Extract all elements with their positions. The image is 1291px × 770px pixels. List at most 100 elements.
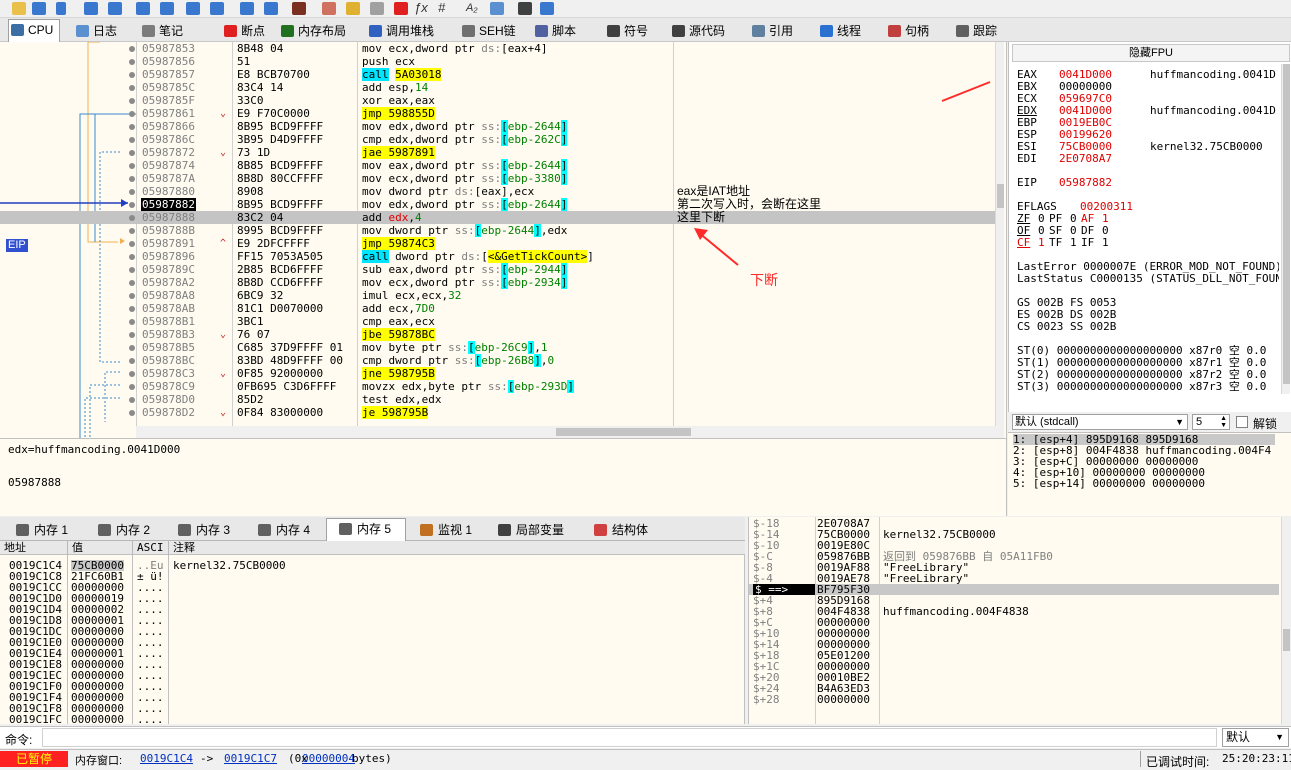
memory-tab-3[interactable]: 内存 4 [246,520,324,540]
register-line[interactable]: CS 0023 SS 002B [1017,321,1279,333]
run-to-user-icon[interactable] [210,2,224,15]
register-line[interactable]: EBX 00000000 [1017,81,1279,93]
disasm-row[interactable]: 05987874 8B85 BCD9FFFF mov eax,dword ptr s… [0,159,1000,172]
register-line[interactable]: EFLAGS 00200311 [1017,201,1279,213]
disasm-row[interactable]: 0598785C 83C4 14 add esp,14 [0,81,1000,94]
stack-scrollbar[interactable] [1281,517,1291,724]
register-line[interactable]: OF 0 SF 0 DF 0 [1017,225,1279,237]
stack-arg-line[interactable]: 5: [esp+14] 00000000 00000000 [1013,478,1205,489]
functions-icon[interactable]: ƒx [414,0,428,16]
mem-to-link[interactable]: 0019C1C7 [224,752,277,765]
labels-icon[interactable] [370,2,384,15]
memory-tab-5[interactable]: 监视 1 [408,520,482,540]
header-ascii[interactable]: ASCI [133,541,169,555]
breakpoint-dot[interactable] [129,228,135,234]
disasm-scrollbar[interactable] [995,42,1004,438]
check-update-icon[interactable] [540,2,554,15]
disasm-row[interactable]: 05987888 83C2 04 add edx,4 这里下断 [0,211,1000,224]
register-line[interactable]: EBP 0019EB0C [1017,117,1279,129]
tab-11[interactable]: 线程 [818,21,876,41]
disasm-row[interactable]: 0598786C 3B95 D4D9FFFF cmp edx,dword ptr s… [0,133,1000,146]
disasm-row[interactable]: 05987882 8B95 BCD9FFFF mov edx,dword ptr s… [0,198,1000,211]
register-line[interactable]: ST(0) 0000000000000000000 x87r0 空 0.0 [1017,345,1279,357]
breakpoint-dot[interactable] [129,176,135,182]
mem-from-link[interactable]: 0019C1C4 [140,752,193,765]
memory-dump[interactable]: 地址 值 ASCI 注释 0019C1C4 75CB0000 ..Eu kernel3… [0,541,745,725]
disasm-row[interactable]: 059878AB 81C1 D0070000 add ecx,7D0 [0,302,1000,315]
disasm-row[interactable]: 059878B5 C685 37D9FFFF 01 mov byte ptr ss:… [0,341,1000,354]
breakpoint-dot[interactable] [129,332,135,338]
disasm-row[interactable]: 059878A8 6BC9 32 imul ecx,ecx,32 [0,289,1000,302]
tab-7[interactable]: 脚本 [533,21,595,41]
register-line[interactable]: CF 1 TF 1 IF 1 [1017,237,1279,249]
register-line[interactable]: ESP 00199620 [1017,129,1279,141]
font-icon[interactable]: A₂ [466,0,478,16]
trace-into-icon[interactable] [240,2,254,15]
step-into-icon[interactable] [136,2,150,15]
register-line[interactable]: ST(2) 0000000000000000000 x87r2 空 0.0 [1017,369,1279,381]
breakpoint-dot[interactable] [129,280,135,286]
disasm-row[interactable]: 059878BC 83BD 48D9FFFF 00 cmp dword ptr ss… [0,354,1000,367]
disasm-row[interactable]: 05987853 8B48 04 mov ecx,dword ptr ds:[eax… [0,42,1000,55]
breakpoint-dot[interactable] [129,410,135,416]
disasm-row[interactable]: 05987872 ⌄ 73 1D jae 5987891 [0,146,1000,159]
patch-icon[interactable] [322,2,336,15]
dump-row[interactable]: 0019C1FC 00000000.... [0,714,745,725]
disasm-row[interactable]: 05987891 ^ E9 2DFCFFFF jmp 59874C3 [0,237,1000,250]
animate-icon[interactable] [292,2,306,15]
breakpoint-dot[interactable] [129,241,135,247]
hash-icon[interactable]: # [438,0,445,16]
disassembly-view[interactable]: 05987853 8B48 04 mov ecx,dword ptr ds:[eax… [0,42,1007,438]
register-line[interactable]: EIP 05987882 [1017,177,1279,189]
breakpoint-dot[interactable] [129,137,135,143]
disasm-row[interactable]: 0598785F 33C0 xor eax,eax [0,94,1000,107]
call-convention-select[interactable]: 默认 (stdcall) ▼ [1012,414,1188,430]
breakpoint-dot[interactable] [129,98,135,104]
breakpoint-dot[interactable] [129,384,135,390]
document-icon[interactable] [490,2,504,15]
step-out-icon[interactable] [186,2,200,15]
disasm-row[interactable]: 059878C9 0FB695 C3D6FFFF movzx edx,byte pt… [0,380,1000,393]
disasm-row[interactable]: 05987880 8908 mov dword ptr ds:[eax],ecx ea… [0,185,1000,198]
tab-0[interactable]: CPU [8,19,60,42]
disasm-row[interactable]: 05987861 ⌄ E9 F70C0000 jmp 598855D [0,107,1000,120]
breakpoint-dot[interactable] [129,202,135,208]
breakpoint-dot[interactable] [129,397,135,403]
breakpoint-dot[interactable] [129,345,135,351]
memory-tab-2[interactable]: 内存 3 [166,520,244,540]
hide-fpu-button[interactable]: 隐藏FPU [1012,44,1290,62]
disasm-hscrollbar[interactable] [136,426,996,438]
calculator-icon[interactable] [518,2,532,15]
register-line[interactable]: LastError 0000007E (ERROR_MOD_NOT_FOUND) [1017,261,1279,273]
restart-icon[interactable] [32,2,46,15]
breakpoint-dot[interactable] [129,59,135,65]
breakpoint-dot[interactable] [129,150,135,156]
disasm-row[interactable]: 059878A2 8B8D CCD6FFFF mov ecx,dword ptr s… [0,276,1000,289]
header-address[interactable]: 地址 [0,541,68,555]
breakpoint-dot[interactable] [129,358,135,364]
tab-9[interactable]: 源代码 [670,21,742,41]
register-line[interactable]: ECX 059697C0 [1017,93,1279,105]
register-line[interactable]: EDI 2E0708A7 [1017,153,1279,165]
comments-icon[interactable] [346,2,360,15]
bookmarks-icon[interactable] [394,2,408,15]
command-mode-select[interactable]: 默认 ▼ [1222,728,1289,747]
register-line[interactable]: ESI 75CB0000 kernel32.75CB0000 [1017,141,1279,153]
breakpoint-dot[interactable] [129,371,135,377]
breakpoint-dot[interactable] [129,215,135,221]
register-line[interactable]: ZF 0 PF 0 AF 1 [1017,213,1279,225]
disasm-row[interactable]: 05987896 FF15 7053A505 call dword ptr ds:[… [0,250,1000,263]
breakpoint-dot[interactable] [129,189,135,195]
memory-tab-6[interactable]: 局部变量 [486,520,578,540]
breakpoint-dot[interactable] [129,254,135,260]
breakpoint-dot[interactable] [129,293,135,299]
memory-tab-1[interactable]: 内存 2 [86,520,164,540]
run-icon[interactable] [84,2,98,15]
disasm-row[interactable]: 0598787A 8B8D 80CCFFFF mov ecx,dword ptr s… [0,172,1000,185]
tab-12[interactable]: 句柄 [886,21,946,41]
breakpoint-dot[interactable] [129,72,135,78]
memory-tab-0[interactable]: 内存 1 [4,520,84,540]
disasm-row[interactable]: 059878C3 ⌄ 0F85 92000000 jne 598795B [0,367,1000,380]
memory-tab-4[interactable]: 内存 5 [326,518,406,541]
tab-4[interactable]: 内存布局 [279,21,359,41]
